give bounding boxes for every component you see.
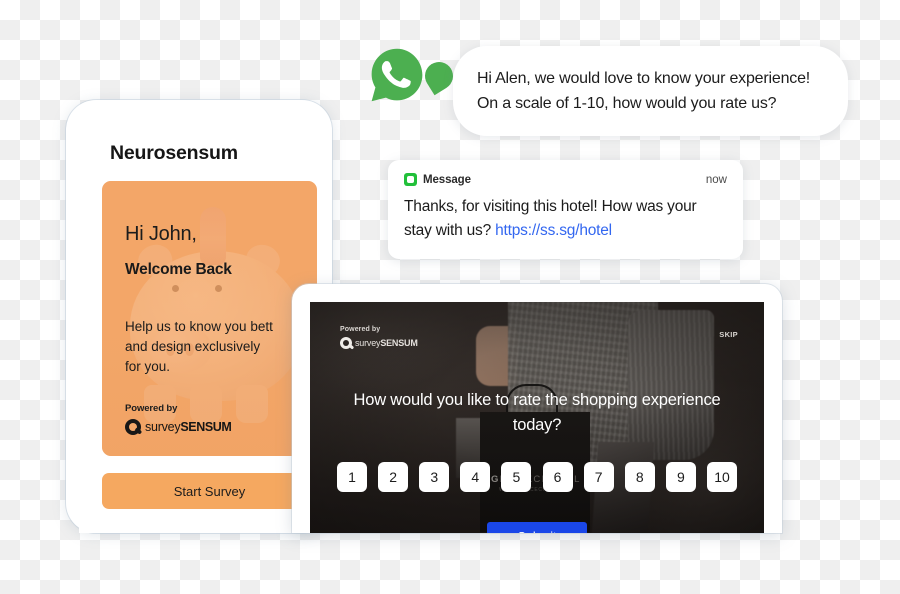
tablet-powered-by-label: Powered by: [340, 326, 381, 333]
surveysensum-mark-icon: [125, 419, 141, 435]
tablet-surveysensum-mark-icon: [340, 337, 352, 349]
welcome-back-text: Welcome Back: [125, 261, 232, 278]
rating-option-1[interactable]: 1: [337, 462, 367, 492]
rating-option-4[interactable]: 4: [460, 462, 491, 492]
tablet-screen: GRACECHAPEL WWW.GRACECHAPEL.US Powered b…: [310, 302, 764, 533]
start-survey-button[interactable]: Start Survey: [102, 473, 317, 509]
help-text-line-3: for you.: [125, 359, 171, 374]
whatsapp-icon: [371, 48, 423, 102]
brand-bold-part: SENSUM: [180, 420, 232, 434]
sms-app-identity: Message: [404, 173, 471, 186]
whatsapp-message-line-2: On a scale of 1-10, how would you rate u…: [477, 95, 777, 112]
rating-option-5[interactable]: 5: [501, 462, 532, 492]
help-text-line-2: and design exclusively: [125, 339, 261, 354]
tablet-brand-light-part: survey: [355, 338, 381, 348]
welcome-card: Hi John, Welcome Back Help us to know yo…: [102, 181, 317, 456]
surveysensum-logo: surveySENSUM: [125, 419, 232, 435]
message-app-icon: [404, 173, 417, 186]
app-title: Neurosensum: [110, 142, 238, 164]
tablet-brand-bold-part: SENSUM: [380, 338, 418, 348]
help-text: Help us to know you bett and design excl…: [125, 317, 317, 377]
brand-light-part: survey: [145, 420, 181, 434]
screenshot-canvas: Neurosensum Hi John, Welcome Back Help u…: [0, 0, 900, 594]
survey-question: How would you like to rate the shopping …: [353, 391, 721, 434]
phone-screen: Neurosensum Hi John, Welcome Back Help u…: [79, 113, 319, 533]
whatsapp-message-line-1: Hi Alen, we would love to know your expe…: [477, 70, 811, 87]
rating-option-2[interactable]: 2: [378, 462, 409, 492]
rating-option-3[interactable]: 3: [419, 462, 450, 492]
rating-option-9[interactable]: 9: [665, 462, 696, 492]
submit-button[interactable]: Submit: [487, 522, 587, 533]
rating-option-10[interactable]: 10: [706, 462, 737, 492]
sms-message-body: Thanks, for visiting this hotel! How was…: [404, 195, 727, 243]
tablet-mockup: GRACECHAPEL WWW.GRACECHAPEL.US Powered b…: [292, 284, 782, 533]
powered-by-block: Powered by surveySENSUM: [125, 403, 232, 435]
sms-notification-card[interactable]: Message now Thanks, for visiting this ho…: [388, 160, 743, 259]
rating-option-7[interactable]: 7: [583, 462, 614, 492]
whatsapp-message-bubble: Hi Alen, we would love to know your expe…: [453, 46, 848, 136]
greeting-text: Hi John,: [125, 223, 197, 245]
sms-timestamp: now: [705, 173, 727, 186]
rating-scale: 1 2 3 4 5 6 7 8 9 10: [337, 462, 737, 492]
tablet-surveysensum-wordmark: surveySENSUM: [355, 338, 418, 348]
tablet-surveysensum-logo: surveySENSUM: [340, 337, 418, 349]
tablet-powered-by-block: Powered by surveySENSUM: [340, 326, 418, 349]
skip-button[interactable]: SKIP: [719, 330, 738, 339]
sms-card-header: Message now: [404, 173, 727, 186]
surveysensum-wordmark: surveySENSUM: [145, 420, 232, 434]
rating-option-8[interactable]: 8: [624, 462, 655, 492]
sms-app-name: Message: [423, 173, 471, 186]
powered-by-label: Powered by: [125, 403, 178, 414]
help-text-line-1: Help us to know you bett: [125, 319, 273, 334]
rating-option-6[interactable]: 6: [542, 462, 573, 492]
sms-survey-link[interactable]: https://ss.sg/hotel: [495, 222, 612, 239]
